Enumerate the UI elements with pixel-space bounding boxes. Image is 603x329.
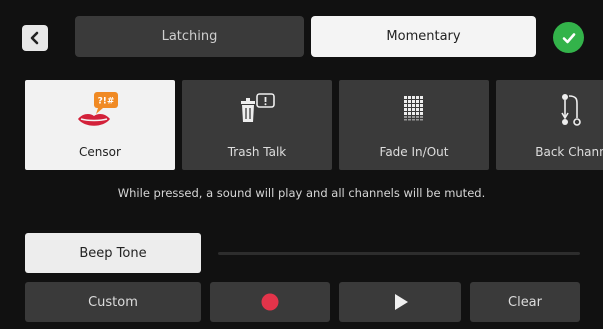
- back-button[interactable]: [22, 25, 48, 51]
- clear-button[interactable]: Clear: [470, 282, 580, 322]
- record-icon: [261, 293, 279, 311]
- svg-text:?!#: ?!#: [98, 97, 115, 107]
- sound-select-button[interactable]: Beep Tone: [25, 233, 201, 273]
- effect-tile-back-channel[interactable]: Back Chann: [496, 80, 603, 170]
- effect-label-fade: Fade In/Out: [379, 145, 449, 159]
- effect-description: While pressed, a sound will play and all…: [117, 186, 486, 200]
- checkmark-icon: [562, 32, 575, 43]
- fade-grid-icon: [339, 86, 489, 136]
- custom-sound-button[interactable]: Custom: [25, 282, 201, 322]
- record-button[interactable]: [210, 282, 330, 322]
- momentary-label: Momentary: [386, 29, 461, 44]
- confirm-button[interactable]: [553, 22, 584, 53]
- back-channel-icon: [496, 86, 603, 136]
- latching-mode-button[interactable]: Latching: [75, 16, 304, 57]
- effect-label-back-channel: Back Chann: [535, 145, 603, 159]
- effect-tile-fade[interactable]: Fade In/Out: [339, 80, 489, 170]
- clear-label: Clear: [508, 294, 542, 310]
- effect-label-censor: Censor: [79, 145, 121, 159]
- chevron-left-icon: [30, 31, 39, 45]
- play-button[interactable]: [339, 282, 461, 322]
- effect-tiles-row: ?!# Censor Trash Talk Fade In/Out Back C…: [25, 80, 603, 170]
- momentary-mode-button[interactable]: Momentary: [311, 16, 536, 57]
- effect-label-trash-talk: Trash Talk: [227, 145, 287, 159]
- sound-name-label: Beep Tone: [79, 245, 147, 261]
- pad-settings-screen: Latching Momentary ?!# Censor Trash Talk…: [0, 0, 603, 329]
- censor-lips-icon: ?!#: [25, 86, 175, 136]
- trash-talk-icon: [182, 86, 332, 136]
- custom-label: Custom: [88, 294, 138, 310]
- playback-progress-track: [218, 252, 580, 255]
- effect-tile-censor[interactable]: ?!# Censor: [25, 80, 175, 170]
- effect-tile-trash-talk[interactable]: Trash Talk: [182, 80, 332, 170]
- latching-label: Latching: [161, 29, 218, 44]
- play-icon: [395, 294, 408, 310]
